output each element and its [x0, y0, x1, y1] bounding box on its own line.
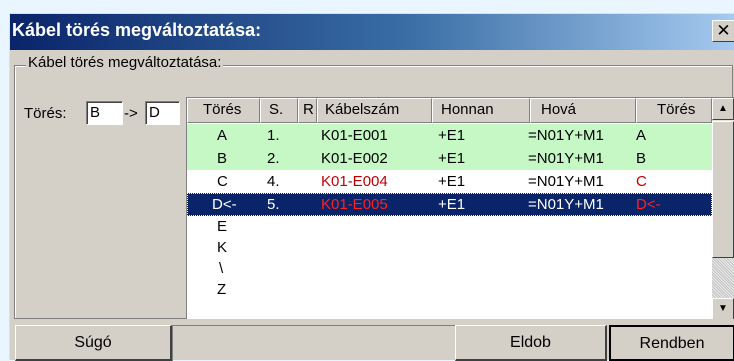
- cell-hova: =N01Y+M1: [528, 196, 604, 213]
- scroll-track[interactable]: [712, 258, 734, 298]
- table-header: Törés S. R Kábelszám Honnan Hová Törés: [187, 98, 712, 123]
- cell-hova: =N01Y+M1: [528, 150, 604, 167]
- group-label: Kábel törés megváltoztatása:: [26, 54, 224, 71]
- table-row[interactable]: A 1. K01-E001 +E1 =N01Y+M1 A: [187, 124, 712, 147]
- help-button[interactable]: Súgó: [15, 325, 172, 361]
- dialog-title: Kábel törés megváltoztatása:: [12, 20, 262, 40]
- list-item[interactable]: E: [217, 218, 317, 235]
- list-item[interactable]: Z: [217, 281, 317, 298]
- column-header-r[interactable]: R: [298, 98, 317, 123]
- cell-tores: A: [217, 127, 228, 144]
- cell-s: 4.: [267, 173, 280, 190]
- cell-kabelszam: K01-E002: [321, 150, 388, 167]
- cell-kabelszam: K01-E004: [321, 173, 388, 190]
- cell-s: 1.: [267, 127, 280, 144]
- scroll-down-button[interactable]: ▼: [712, 298, 734, 319]
- cell-tores-new: C: [636, 173, 647, 190]
- cell-tores: C: [217, 173, 228, 190]
- cable-table: Törés S. R Kábelszám Honnan Hová Törés A…: [186, 97, 734, 319]
- dialog-window: Kábel törés megváltoztatása: ✕ Kábel tör…: [9, 13, 734, 361]
- list-item[interactable]: \: [219, 260, 319, 277]
- table-row[interactable]: B 2. K01-E002 +E1 =N01Y+M1 B: [187, 147, 712, 170]
- scroll-thumb[interactable]: [712, 121, 734, 258]
- close-button[interactable]: ✕: [712, 20, 734, 42]
- cell-honnan: +E1: [438, 173, 466, 190]
- column-header-kabelszam[interactable]: Kábelszám: [317, 98, 432, 123]
- close-icon: ✕: [716, 21, 731, 40]
- cell-s: 5.: [267, 196, 280, 213]
- cell-tores: B: [217, 150, 228, 167]
- cell-kabelszam: K01-E001: [321, 127, 388, 144]
- cell-tores-new: D<-: [636, 196, 661, 213]
- list-item[interactable]: K: [217, 239, 317, 256]
- tores-label: Törés:: [24, 105, 67, 122]
- cell-honnan: +E1: [438, 150, 466, 167]
- table-row[interactable]: C 4. K01-E004 +E1 =N01Y+M1 C: [187, 170, 712, 193]
- ok-button[interactable]: Rendben: [609, 325, 734, 361]
- table-row-selected[interactable]: D<- 5. K01-E005 +E1 =N01Y+M1 D<-: [187, 193, 712, 216]
- cell-tores-new: B: [636, 150, 647, 167]
- cell-honnan: +E1: [438, 196, 466, 213]
- vertical-scrollbar[interactable]: ▲ ▼: [712, 98, 734, 319]
- cell-hova: =N01Y+M1: [528, 173, 604, 190]
- status-panel: [172, 325, 455, 361]
- title-bar[interactable]: Kábel törés megváltoztatása: ✕: [10, 14, 734, 50]
- column-header-tores[interactable]: Törés: [187, 98, 260, 123]
- cell-tores-new: A: [636, 127, 647, 144]
- scroll-up-button[interactable]: ▲: [712, 98, 734, 120]
- discard-button[interactable]: Eldob: [455, 325, 607, 361]
- column-header-tores-new[interactable]: Törés: [636, 98, 712, 123]
- cell-tores: D<-: [212, 196, 237, 213]
- cell-s: 2.: [267, 150, 280, 167]
- arrow-up-icon: ▲: [718, 103, 728, 114]
- cell-honnan: +E1: [438, 127, 466, 144]
- tores-to-field[interactable]: D: [145, 101, 180, 125]
- arrow-down-icon: ▼: [718, 303, 728, 314]
- column-header-s[interactable]: S.: [260, 98, 298, 123]
- column-header-hova[interactable]: Hová: [530, 98, 636, 123]
- tores-from-field[interactable]: B: [86, 101, 123, 125]
- cell-kabelszam: K01-E005: [321, 196, 388, 213]
- arrow-label: ->: [124, 105, 138, 122]
- column-header-honnan[interactable]: Honnan: [432, 98, 530, 123]
- cell-hova: =N01Y+M1: [528, 127, 604, 144]
